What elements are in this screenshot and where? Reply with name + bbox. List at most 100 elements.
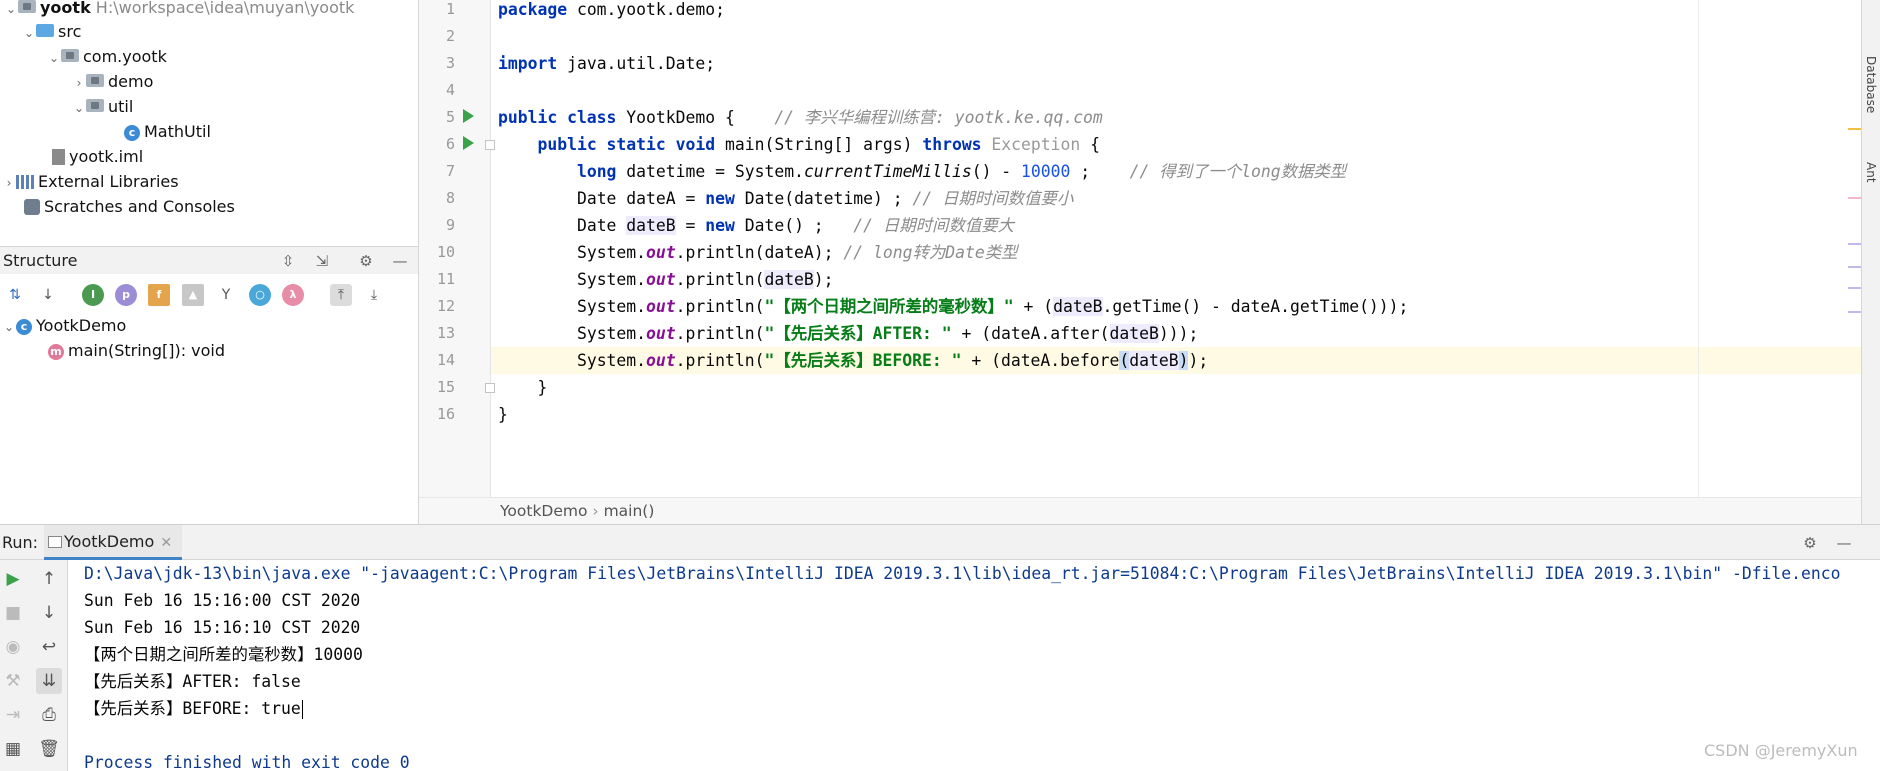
stop-icon[interactable]: ■ (0, 600, 26, 626)
usage-marker[interactable] (1848, 311, 1861, 313)
trash-icon[interactable]: 🗑 (36, 736, 62, 762)
code-editor[interactable]: package com.yootk.demo; import java.util… (491, 0, 1861, 497)
brace-match: ( (1119, 351, 1130, 370)
code-text: .println( (675, 351, 765, 370)
chevron-down-icon[interactable]: ⌄ (2, 315, 16, 339)
structure-title: Structure (3, 251, 78, 270)
line-number: 15 (436, 378, 455, 396)
watermark: CSDN @JeremyXun (1704, 741, 1858, 760)
static-field: out (646, 351, 676, 370)
show-lambda-icon[interactable]: λ (282, 284, 304, 306)
gear-icon[interactable]: ⚙ (1800, 533, 1820, 553)
minimize-icon[interactable]: — (390, 251, 410, 271)
usage-marker[interactable] (1848, 243, 1861, 245)
autoscroll-to-source-icon[interactable]: ⤒ (330, 284, 352, 306)
string-literal: "【先后关系】AFTER: " (764, 324, 952, 343)
run-class-icon[interactable] (463, 109, 474, 123)
tree-item-label: src (58, 22, 82, 41)
show-non-public-icon[interactable]: ▲ (182, 284, 204, 306)
code-line-13: System.out.println("【先后关系】AFTER: " + (da… (498, 320, 1198, 347)
usage-marker[interactable] (1848, 287, 1861, 289)
code-text: com.yootk.demo; (567, 0, 725, 19)
tree-item-external-libraries[interactable]: › External Libraries (2, 170, 179, 194)
chevron-right-icon[interactable]: › (72, 71, 86, 95)
tree-item-label: demo (108, 72, 154, 91)
tree-item-com-yootk[interactable]: ⌄ com.yootk (47, 45, 167, 69)
expand-all-icon[interactable]: ⇳ (278, 251, 298, 271)
code-text: System. (576, 324, 647, 343)
print-icon[interactable]: ⎙ (36, 702, 62, 728)
run-tab[interactable]: YootkDemo ✕ (44, 525, 183, 560)
warning-marker[interactable] (1848, 128, 1861, 130)
highlight-marker[interactable] (1848, 197, 1861, 199)
console-line: 【两个日期之间所差的毫秒数】10000 (84, 645, 363, 664)
sort-alphabetically-icon[interactable]: ↓ (37, 284, 59, 306)
autoscroll-from-source-icon[interactable]: ⤓ (363, 284, 385, 306)
close-icon[interactable]: ✕ (160, 535, 172, 551)
console-output[interactable]: D:\Java\jdk-13\bin\java.exe "-javaagent:… (69, 560, 1861, 771)
line-number: 9 (445, 216, 455, 234)
run-method-icon[interactable] (463, 136, 474, 150)
collapse-all-icon[interactable]: ⇲ (312, 251, 332, 271)
show-inherited-icon[interactable]: I (82, 284, 104, 306)
code-line-1: package com.yootk.demo; (498, 0, 725, 23)
breadcrumb-item[interactable]: main() (604, 502, 655, 520)
static-field: out (646, 297, 676, 316)
code-line-16: } (498, 401, 508, 428)
code-text: .println(dateA); (675, 243, 844, 262)
library-icon (16, 174, 34, 189)
line-number: 12 (436, 297, 455, 315)
code-text: .println( (675, 324, 765, 343)
scroll-to-end-icon[interactable]: ⇊ (36, 668, 62, 694)
chevron-down-icon[interactable]: ⌄ (47, 46, 61, 70)
structure-item-class[interactable]: ⌄ c YootkDemo (2, 314, 126, 338)
gear-icon[interactable]: ⚙ (356, 251, 376, 271)
keyword: public class (498, 108, 617, 127)
show-lambdas-icon[interactable]: ○ (249, 284, 271, 306)
keyword: public static void (537, 135, 716, 154)
structure-item-method[interactable]: m main(String[]): void (48, 339, 225, 363)
console-icon (48, 536, 62, 548)
chevron-down-icon[interactable]: ⌄ (72, 96, 86, 120)
tree-item-scratches[interactable]: Scratches and Consoles (24, 195, 235, 219)
line-number: 11 (436, 270, 455, 288)
rerun-icon[interactable]: ▶ (0, 566, 26, 592)
code-text: System. (576, 297, 647, 316)
chevron-right-icon[interactable]: › (2, 171, 16, 195)
console-line: 【先后关系】AFTER: false (84, 672, 301, 691)
ant-tool-tab[interactable]: Ant (1864, 162, 1878, 183)
class-icon: c (16, 318, 32, 335)
tree-item-util[interactable]: ⌄ util (72, 95, 133, 119)
show-anonymous-icon[interactable]: Y (215, 284, 237, 306)
code-line-15: } (498, 374, 547, 401)
keyword: new (705, 216, 735, 235)
code-text: ); (1188, 351, 1209, 370)
show-properties-icon[interactable]: p (115, 284, 137, 306)
code-line-9: Date dateB = new Date() ; // 日期时间数值要大 (498, 212, 1014, 239)
sort-by-visibility-icon[interactable]: ⇅ (4, 284, 26, 306)
show-fields-icon[interactable]: f (148, 284, 170, 306)
keyword: package (498, 0, 568, 19)
tree-item-src[interactable]: ⌄ src (22, 20, 81, 44)
usage-marker[interactable] (1848, 266, 1861, 268)
exit-icon[interactable]: ⇥ (0, 702, 26, 728)
database-tool-tab[interactable]: Database (1864, 56, 1878, 113)
layout-icon[interactable]: ▦ (0, 736, 26, 762)
code-text: datetime = System. (616, 162, 804, 181)
soft-wrap-icon[interactable]: ↩ (36, 634, 62, 660)
up-arrow-icon[interactable]: ↑ (36, 566, 62, 592)
pin-icon[interactable]: ⚒ (0, 668, 26, 694)
tree-item-iml[interactable]: yootk.iml (52, 145, 143, 169)
code-text: ; (1070, 162, 1130, 181)
tree-item-mathutil[interactable]: c MathUtil (124, 120, 211, 144)
camera-icon[interactable]: ◉ (0, 634, 26, 660)
down-arrow-icon[interactable]: ↓ (36, 600, 62, 626)
comment: // 得到了一个long数据类型 (1129, 162, 1347, 181)
tree-item-demo[interactable]: › demo (72, 70, 154, 95)
console-line: 【先后关系】BEFORE: true (84, 699, 301, 718)
chevron-down-icon[interactable]: ⌄ (4, 0, 18, 21)
minimize-icon[interactable]: — (1834, 533, 1854, 553)
tree-root[interactable]: ⌄ yootk H:\workspace\idea\muyan\yootk (4, 0, 354, 20)
breadcrumb-item[interactable]: YootkDemo (500, 502, 587, 520)
chevron-down-icon[interactable]: ⌄ (22, 21, 36, 45)
